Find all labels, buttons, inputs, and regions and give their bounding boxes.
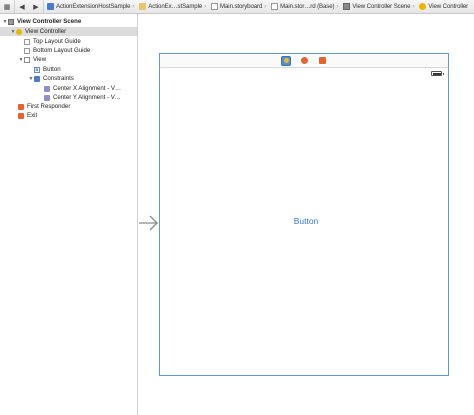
outline-item-exit[interactable]: Exit [0, 111, 137, 120]
breadcrumb-group[interactable]: ActionEx…stSample › [136, 3, 208, 10]
outline-item-label: First Responder [27, 103, 71, 110]
breadcrumb-label: View Controller Scene [352, 3, 411, 10]
breadcrumb-view-controller[interactable]: View Controller [416, 3, 470, 10]
breadcrumb-label: Main.stor…rd (Base) [280, 3, 335, 10]
view-controller-icon [16, 28, 22, 35]
outline-item-scene[interactable]: ▼ View Controller Scene [0, 17, 137, 26]
chevron-right-icon: › [336, 3, 339, 10]
constraint-icon [44, 85, 50, 92]
outline-item-label: View Controller [25, 28, 67, 35]
scene-icon [8, 18, 14, 25]
breadcrumb-storyboard[interactable]: Main.storyboard › [208, 3, 268, 10]
constraints-icon [34, 75, 40, 82]
outline-item-first-responder[interactable]: First Responder [0, 102, 137, 111]
breadcrumb-storyboard-base[interactable]: Main.stor…rd (Base) › [268, 3, 340, 10]
outline-item-constraints[interactable]: ▼ Constraints [0, 74, 137, 83]
outline-item-center-x-constraint[interactable]: Center X Alignment - V… [0, 84, 137, 93]
outline-item-view[interactable]: ▼ View [0, 55, 137, 64]
outline-item-view-controller[interactable]: ▼ View Controller [0, 27, 137, 36]
chevron-right-icon: › [264, 3, 267, 10]
first-responder-icon[interactable] [299, 55, 309, 66]
scene-dock [159, 53, 449, 68]
outline-item-top-layout-guide[interactable]: Top Layout Guide [0, 37, 137, 46]
related-items-icon[interactable]: ▦ [0, 0, 14, 13]
outline-item-label: Top Layout Guide [33, 38, 81, 45]
initial-view-controller-arrow-icon[interactable] [139, 214, 159, 232]
outline-item-center-y-constraint[interactable]: Center Y Alignment - V… [0, 93, 137, 102]
chevron-right-icon: › [204, 3, 207, 10]
scene-icon [343, 3, 351, 10]
exit-icon[interactable] [317, 55, 327, 66]
outline-item-label: Constraints [43, 75, 74, 82]
folder-icon [139, 3, 147, 10]
view-controller-view[interactable]: Button [159, 68, 449, 376]
breadcrumb-label: Main.storyboard [220, 3, 263, 10]
outline-item-label: View Controller Scene [17, 18, 82, 25]
chevron-right-icon: › [412, 3, 415, 10]
outline-item-label: Exit [27, 112, 38, 119]
layout-guide-icon [24, 38, 30, 45]
outline-item-bottom-layout-guide[interactable]: Bottom Layout Guide [0, 46, 137, 55]
view-controller-icon [419, 3, 427, 10]
storyboard-canvas[interactable]: Button [139, 15, 474, 415]
breadcrumb-scene[interactable]: View Controller Scene › [340, 3, 416, 10]
view-button[interactable]: Button [280, 214, 332, 228]
document-outline: ▼ View Controller Scene ▼ View Controlle… [0, 14, 138, 415]
outline-item-label: Center X Alignment - V… [53, 85, 122, 92]
constraint-icon [44, 94, 50, 101]
outline-item-button[interactable]: B Button [0, 65, 137, 74]
outline-item-label: View [33, 56, 47, 63]
storyboard-file-icon [271, 3, 279, 10]
storyboard-file-icon [211, 3, 219, 10]
button-icon: B [34, 66, 40, 73]
breadcrumb-label: ActionEx…stSample [148, 3, 203, 10]
forward-arrow-icon[interactable]: ▶ [29, 0, 43, 13]
back-arrow-icon[interactable]: ◀ [15, 0, 29, 13]
breadcrumb-label: View Controller [428, 3, 469, 10]
view-controller-icon[interactable] [281, 55, 291, 66]
layout-guide-icon [24, 47, 30, 54]
jump-bar: ▦ ◀ ▶ ActionExtensionHostSample › Action… [0, 0, 474, 14]
view-icon [24, 56, 30, 63]
outline-item-label: Center Y Alignment - V… [53, 94, 121, 101]
project-icon [47, 3, 54, 10]
outline-item-label: Button [43, 66, 61, 73]
first-responder-icon [18, 103, 24, 110]
exit-icon [18, 112, 24, 119]
chevron-right-icon: › [132, 3, 135, 10]
battery-icon [431, 71, 444, 76]
breadcrumb-label: ActionExtensionHostSample [56, 3, 131, 10]
breadcrumb-project[interactable]: ActionExtensionHostSample › [44, 3, 136, 10]
outline-item-label: Bottom Layout Guide [33, 47, 91, 54]
